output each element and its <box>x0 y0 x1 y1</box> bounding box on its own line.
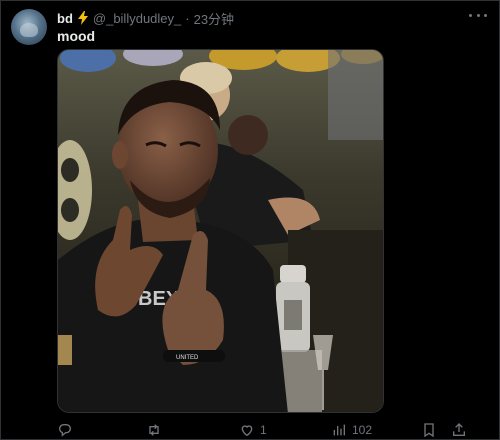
display-name[interactable]: bd <box>57 11 73 26</box>
heart-icon <box>241 425 253 437</box>
tweet-text: mood <box>57 28 96 44</box>
bookmark-icon <box>424 423 434 438</box>
like-button[interactable]: 1 <box>239 422 267 438</box>
retweet-button[interactable] <box>146 422 162 438</box>
tweet-actions: 1 102 <box>51 421 479 439</box>
user-handle[interactable]: @_billydudley_ <box>93 11 181 26</box>
more-options-icon[interactable] <box>469 8 487 22</box>
tweet-photo[interactable]: BEX UNITED <box>57 49 384 413</box>
separator-dot: · <box>185 10 190 26</box>
photo-illustration: BEX UNITED <box>58 50 383 412</box>
timestamp[interactable]: 23分钟 <box>194 9 234 28</box>
share-icon <box>453 423 465 436</box>
share-button[interactable] <box>451 422 467 438</box>
views-chart-icon <box>333 424 345 436</box>
svg-text:UNITED: UNITED <box>176 355 199 361</box>
bookmark-button[interactable] <box>421 422 437 438</box>
like-count: 1 <box>260 423 267 437</box>
tweet-header: bd @_billydudley_ · 23分钟 <box>57 9 487 28</box>
tweet-card[interactable]: bd @_billydudley_ · 23分钟 mood BEX UNITED… <box>0 0 500 440</box>
reply-button[interactable] <box>57 422 73 438</box>
avatar[interactable] <box>11 9 47 45</box>
lightning-bolt-icon <box>77 11 88 25</box>
views-button[interactable]: 102 <box>331 422 372 438</box>
reply-icon <box>58 424 72 437</box>
retweet-icon <box>149 424 159 436</box>
views-count: 102 <box>352 423 373 437</box>
